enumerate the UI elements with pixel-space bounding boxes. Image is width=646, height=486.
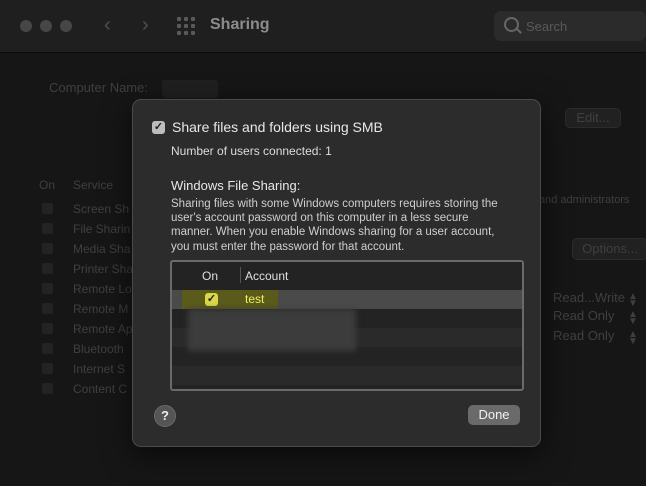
column-header-account[interactable]: Account [245, 269, 288, 283]
smb-label: Share files and folders using SMB [172, 119, 383, 135]
redacted-area [188, 309, 356, 351]
account-name: test [245, 292, 265, 306]
done-button[interactable]: Done [468, 405, 520, 425]
users-connected-text: Number of users connected: 1 [171, 144, 332, 158]
table-row-empty [172, 366, 522, 385]
smb-options-dialog: ✓ Share files and folders using SMB Numb… [132, 99, 541, 447]
table-row[interactable]: ✓ test [172, 290, 522, 309]
column-header-on[interactable]: On [202, 269, 218, 283]
help-button[interactable]: ? [154, 405, 176, 427]
column-divider [240, 267, 241, 283]
accounts-table: On Account ✓ test [170, 260, 524, 391]
windows-sharing-description: Sharing files with some Windows computer… [171, 198, 498, 253]
windows-sharing-title: Windows File Sharing: [171, 178, 301, 193]
account-enable-checkbox[interactable]: ✓ [205, 293, 218, 306]
smb-checkbox[interactable]: ✓ [152, 121, 165, 134]
